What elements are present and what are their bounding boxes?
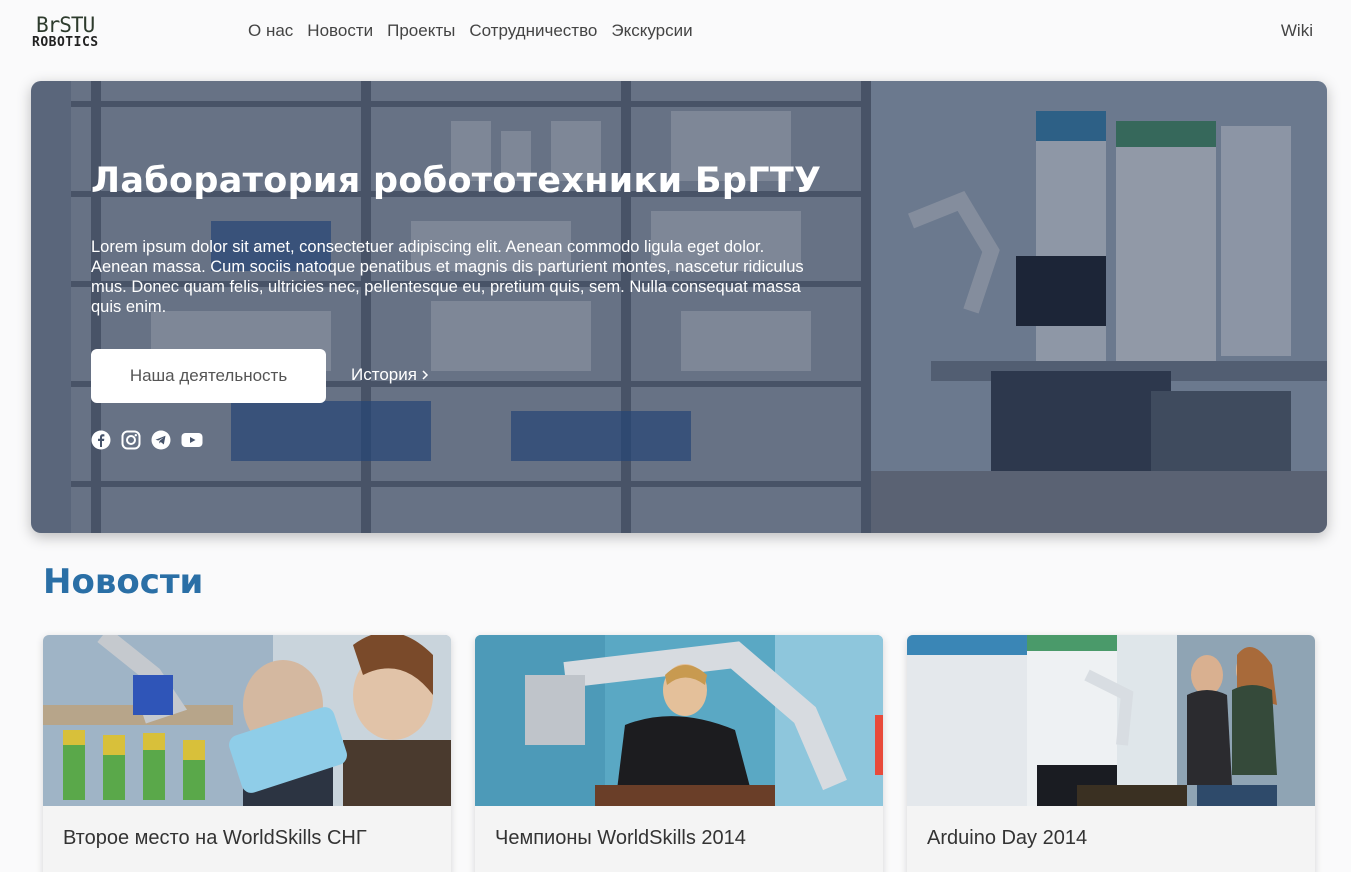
facebook-icon[interactable] (91, 430, 111, 450)
main-nav: О нас Новости Проекты Сотрудничество Экс… (241, 19, 700, 43)
site-header: BrSTU ROBOTICS О нас Новости Проекты Сот… (0, 0, 1351, 64)
logo-line2: ROBOTICS (32, 35, 99, 50)
site-logo[interactable]: BrSTU ROBOTICS (32, 13, 110, 51)
news-card-image (43, 635, 451, 806)
nav-wiki[interactable]: Wiki (1281, 19, 1313, 43)
news-card-image (475, 635, 883, 806)
nav-excursions[interactable]: Экскурсии (604, 19, 699, 43)
news-card-image (907, 635, 1315, 806)
history-link-label: История (351, 365, 417, 384)
hero-title: Лаборатория робототехники БрГТУ (91, 161, 822, 201)
history-link[interactable]: История (351, 365, 429, 385)
nav-about[interactable]: О нас (241, 19, 300, 43)
news-card[interactable]: Чемпионы WorldSkills 2014 (475, 635, 883, 872)
activity-button[interactable]: Наша деятельность (91, 349, 326, 403)
hero-banner: Лаборатория робототехники БрГТУ Lorem ip… (31, 81, 1327, 533)
news-card-title: Чемпионы WorldSkills 2014 (495, 827, 746, 849)
nav-cooperation[interactable]: Сотрудничество (462, 19, 604, 43)
news-card-title: Arduino Day 2014 (927, 827, 1088, 849)
news-card[interactable]: Arduino Day 2014 (907, 635, 1315, 872)
youtube-icon[interactable] (181, 430, 203, 450)
news-section-title: Новости (43, 562, 204, 602)
logo-line1: BrSTU (36, 13, 95, 37)
chevron-right-icon (422, 370, 428, 380)
telegram-icon[interactable] (151, 430, 171, 450)
nav-news[interactable]: Новости (300, 19, 380, 43)
instagram-icon[interactable] (121, 430, 141, 450)
social-links (91, 430, 203, 450)
news-card[interactable]: Второе место на WorldSkills СНГ (43, 635, 451, 872)
nav-projects[interactable]: Проекты (380, 19, 462, 43)
hero-description: Lorem ipsum dolor sit amet, consectetuer… (91, 238, 804, 316)
news-card-title: Второе место на WorldSkills СНГ (63, 827, 367, 849)
